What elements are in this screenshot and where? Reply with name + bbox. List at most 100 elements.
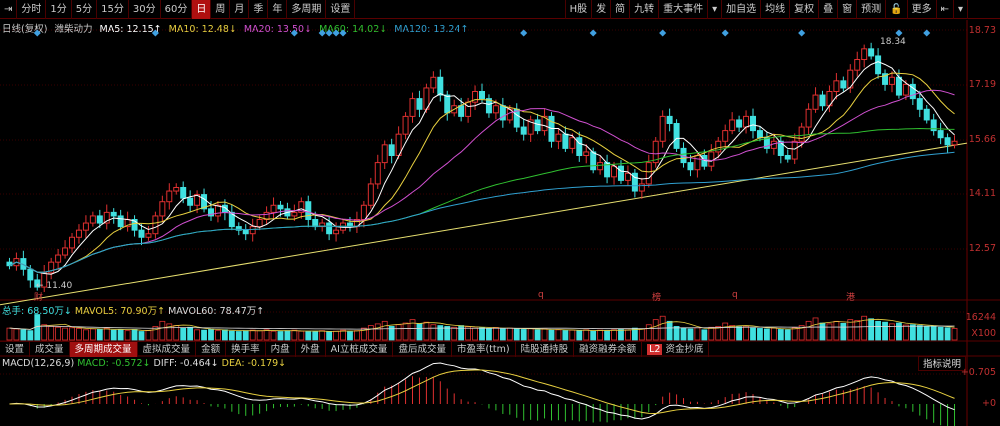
event-marker[interactable]: 榜 xyxy=(652,290,661,303)
candle-up xyxy=(159,201,166,217)
volume-bar xyxy=(618,329,624,341)
indicator-tab[interactable]: L2 资金抄底 xyxy=(642,342,710,357)
macd-legend: MACD(12,26,9) MACD: -0.572↓ DIFF: -0.464… xyxy=(2,358,286,369)
indicator-help-button[interactable]: 指标说明 xyxy=(918,356,966,371)
volume-bar xyxy=(117,329,124,341)
volume-bar xyxy=(673,326,680,341)
candle-down xyxy=(673,123,680,149)
signal-diamond-icon xyxy=(290,29,298,37)
volume-bar xyxy=(472,327,478,341)
volume-bar xyxy=(597,329,604,341)
volume-bar xyxy=(590,330,597,341)
volume-bar xyxy=(6,327,13,341)
volume-bar xyxy=(569,329,576,341)
volume-bar xyxy=(20,329,27,341)
candle-down xyxy=(444,94,451,114)
event-marker[interactable]: q xyxy=(732,290,738,300)
volume-bar xyxy=(69,327,75,341)
indicator-tab[interactable]: 多周期成交量 xyxy=(69,342,138,357)
tab-label: 虚拟成交量 xyxy=(142,344,191,355)
diff-line xyxy=(9,362,955,420)
l2-badge: L2 xyxy=(647,344,663,355)
candle-up xyxy=(270,204,277,213)
candle-down xyxy=(437,76,444,96)
indicator-tab[interactable]: 设置 xyxy=(0,342,31,357)
candle-down xyxy=(840,80,847,89)
volume-bar xyxy=(638,328,645,341)
volume-bar xyxy=(326,331,333,341)
volume-bar xyxy=(923,326,930,341)
volume-bar xyxy=(48,326,55,341)
volume-bar xyxy=(722,322,729,341)
indicator-tab[interactable]: 盘后成交量 xyxy=(393,342,452,357)
macd-value: MACD: -0.572↓ xyxy=(77,358,151,369)
volume-bar xyxy=(527,328,534,341)
volume-bar xyxy=(902,324,909,341)
tab-label: 多周期成交量 xyxy=(74,344,132,355)
volume-bar xyxy=(423,321,430,341)
event-marker[interactable]: q xyxy=(538,290,544,300)
candle-up xyxy=(902,83,909,96)
candle-down xyxy=(736,119,743,128)
volume-legend: 总手: 68.50万↓ MAVOL5: 70.90万↑ MAVOL60: 78.… xyxy=(2,303,264,317)
candle-down xyxy=(138,229,145,238)
volume-bar xyxy=(916,325,923,341)
candle-down xyxy=(326,222,333,235)
candle-up xyxy=(333,229,340,235)
volume-bar xyxy=(451,326,458,341)
volume-bar xyxy=(513,328,520,341)
tab-label: 外盘 xyxy=(300,344,320,355)
candle-down xyxy=(756,130,763,139)
total-volume: 总手: 68.50万↓ xyxy=(2,306,72,317)
candle-down xyxy=(312,218,319,228)
volume-bar xyxy=(645,324,652,341)
indicator-tab[interactable]: 内盘 xyxy=(266,342,296,357)
candle-up xyxy=(812,94,819,110)
candle-up xyxy=(951,140,958,146)
dea-line xyxy=(9,369,955,414)
candle-up xyxy=(249,226,256,235)
candle-up xyxy=(360,204,367,220)
indicator-tab[interactable]: 融资融券余额 xyxy=(574,342,643,357)
volume-bar xyxy=(819,322,826,341)
tab-label: 换手率 xyxy=(231,344,260,355)
signal-diamond-icon xyxy=(318,29,326,37)
candle-down xyxy=(110,211,117,217)
indicator-tab[interactable]: 外盘 xyxy=(296,342,326,357)
candle-up xyxy=(729,119,736,132)
volume-bar xyxy=(944,327,951,341)
indicator-tab[interactable]: 金额 xyxy=(196,342,227,357)
indicator-tabs: 设置 成交量 多周期成交量 虚拟成交量 金额 换手率 内盘 外盘 AI立桩成交量 盘后成交量 市盈率… xyxy=(0,341,710,357)
indicator-tab[interactable]: AI立桩成交量 xyxy=(326,342,394,357)
signal-diamond-icon xyxy=(798,29,806,37)
price-tick: 15.66 xyxy=(968,134,996,145)
volume-bar xyxy=(875,320,881,341)
candle-up xyxy=(409,98,416,117)
candle-up xyxy=(492,105,499,114)
indicator-tab[interactable]: 虚拟成交量 xyxy=(138,342,197,357)
event-marker[interactable]: 港 xyxy=(846,290,855,303)
indicator-tab[interactable]: 成交量 xyxy=(30,342,70,357)
event-marker[interactable]: 财 xyxy=(34,290,43,303)
signal-diamond-icon xyxy=(659,29,667,37)
candle-down xyxy=(590,151,597,171)
volume-bar xyxy=(576,330,583,341)
volume-bar xyxy=(868,318,875,341)
indicator-tab[interactable]: 陆股通持股 xyxy=(516,342,575,357)
volume-bar xyxy=(354,330,360,341)
candle-up xyxy=(833,80,840,93)
volume-bar xyxy=(826,323,833,341)
candle-down xyxy=(687,162,694,171)
volume-unit: X100 xyxy=(971,328,996,339)
volume-bar xyxy=(284,330,291,341)
volume-bar xyxy=(381,320,388,341)
volume-bar xyxy=(208,329,214,341)
volume-bar xyxy=(333,330,339,341)
tab-label: 设置 xyxy=(5,344,25,355)
volume-bar xyxy=(694,327,701,341)
candle-up xyxy=(694,154,701,171)
signal-diamond-icon xyxy=(33,29,41,37)
indicator-tab[interactable]: 市盈率(ttm) xyxy=(452,342,516,357)
volume-bar xyxy=(812,317,819,341)
indicator-tab[interactable]: 换手率 xyxy=(226,342,266,357)
